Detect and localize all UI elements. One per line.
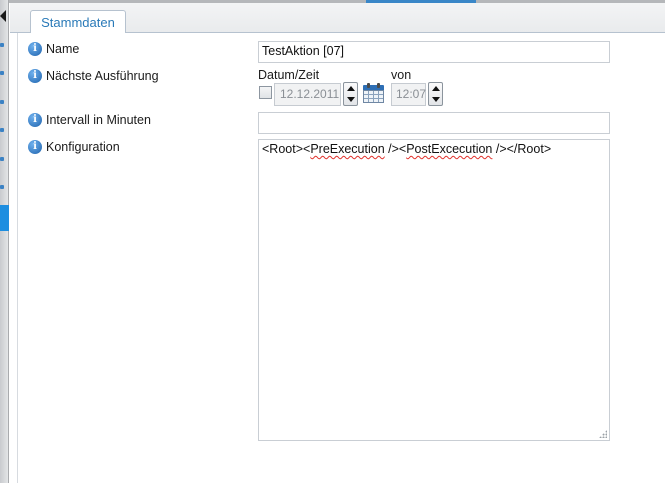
interval-input[interactable]	[258, 112, 610, 134]
config-misspelled-word: PostExcecution	[406, 142, 493, 156]
tab-stammdaten[interactable]: Stammdaten	[30, 10, 126, 34]
resize-grip-icon[interactable]	[599, 430, 607, 438]
next-run-enabled-checkbox[interactable]	[259, 86, 272, 99]
spin-down-icon[interactable]	[432, 97, 440, 102]
tab-bar: Stammdaten	[10, 3, 665, 34]
info-icon: i	[28, 69, 42, 83]
left-navigation-strip[interactable]	[0, 0, 9, 483]
info-icon: i	[28, 140, 42, 154]
time-from-label: von	[391, 68, 412, 82]
date-input[interactable]: 12.12.2011	[274, 83, 341, 106]
nav-marker[interactable]	[0, 185, 4, 189]
nav-marker[interactable]	[0, 100, 4, 104]
nav-marker[interactable]	[0, 43, 4, 47]
name-input[interactable]: TestAktion [07]	[258, 41, 610, 63]
next-run-label-row: i Nächste Ausführung	[28, 69, 159, 83]
spin-up-icon[interactable]	[432, 86, 440, 91]
spin-up-icon[interactable]	[347, 86, 355, 91]
nav-marker[interactable]	[0, 128, 4, 132]
config-text-part: <Root><	[262, 142, 311, 156]
interval-label: Intervall in Minuten	[46, 113, 151, 127]
time-input[interactable]: 12:07	[391, 83, 426, 106]
spin-down-icon[interactable]	[347, 97, 355, 102]
interval-label-row: i Intervall in Minuten	[28, 113, 151, 127]
name-label-row: i Name	[28, 42, 79, 56]
info-icon: i	[28, 113, 42, 127]
config-label-row: i Konfiguration	[28, 140, 120, 154]
date-time-label: Datum/Zeit	[258, 68, 320, 82]
config-text-part: /></Root>	[492, 142, 552, 156]
name-label: Name	[46, 42, 80, 56]
nav-marker[interactable]	[0, 71, 4, 75]
time-spinner[interactable]	[428, 82, 443, 106]
calendar-icon[interactable]	[363, 83, 384, 103]
config-label: Konfiguration	[46, 140, 120, 154]
next-run-label: Nächste Ausführung	[46, 69, 159, 83]
config-misspelled-word: PreExecution	[310, 142, 385, 156]
info-icon: i	[28, 42, 42, 56]
nav-selected-item[interactable]	[0, 205, 9, 231]
config-text-part: /><	[384, 142, 407, 156]
date-spinner[interactable]	[343, 82, 358, 106]
collapse-left-icon[interactable]	[0, 10, 6, 22]
nav-marker[interactable]	[0, 157, 4, 161]
config-textarea[interactable]: <Root><PreExecution /><PostExcecution />…	[258, 139, 610, 441]
